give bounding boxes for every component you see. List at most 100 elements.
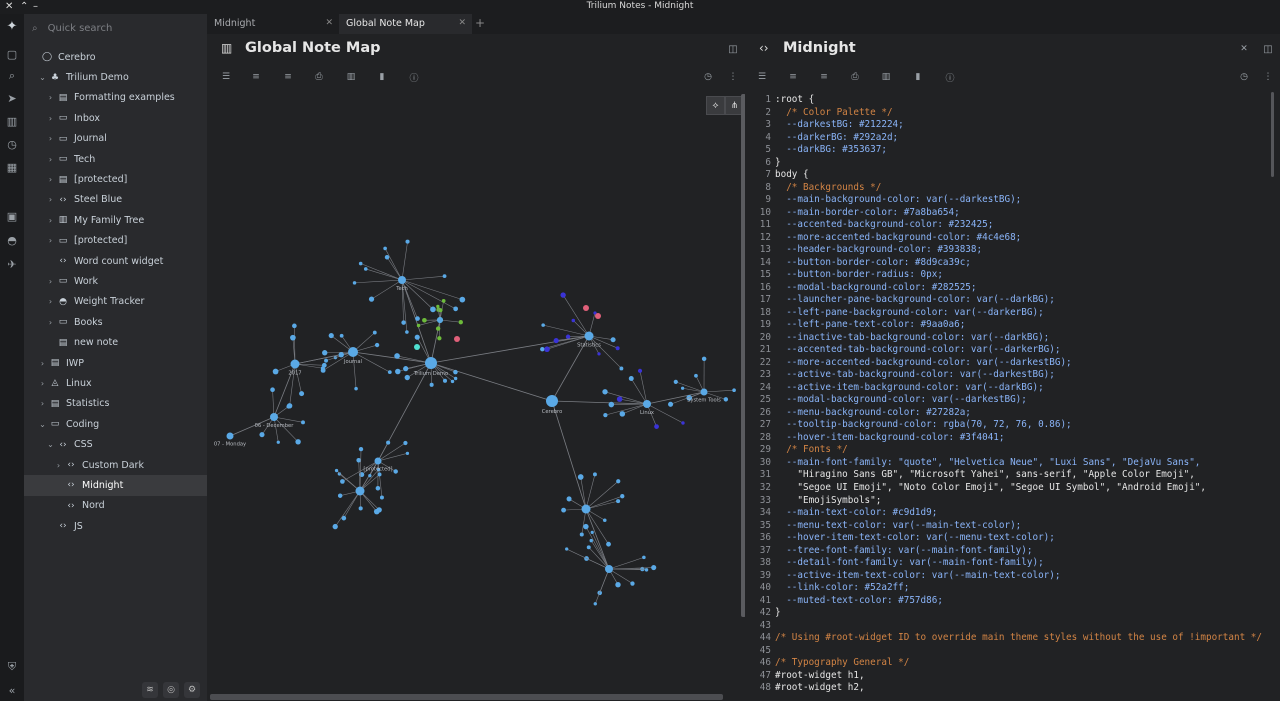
tree-node[interactable]: › ‹› Custom Dark	[24, 455, 207, 475]
tree-node[interactable]: ⌄ ♣ Trilium Demo	[24, 67, 207, 87]
graph-node[interactable]	[450, 379, 455, 384]
graph-node[interactable]	[453, 306, 459, 312]
layers-icon[interactable]: ≋	[142, 682, 158, 698]
graph-node[interactable]	[597, 352, 601, 356]
graph-node[interactable]	[694, 373, 698, 378]
graph-node[interactable]	[602, 518, 607, 523]
graph-node[interactable]	[290, 334, 296, 341]
send-icon[interactable]: ➤	[4, 90, 20, 106]
graph-node[interactable]	[566, 496, 572, 502]
graph-node[interactable]	[301, 420, 305, 425]
horizontal-scrollbar[interactable]	[210, 694, 723, 700]
tree-node[interactable]: ⌄ ▭ Coding	[24, 414, 207, 434]
toggle-sidebar-icon[interactable]: ◫	[1261, 42, 1275, 56]
toc-icon[interactable]: ≡	[249, 70, 263, 84]
graph-node[interactable]	[405, 330, 409, 334]
graph-node[interactable]	[337, 493, 343, 498]
search-icon[interactable]: ⌕	[4, 68, 20, 84]
graph-node[interactable]	[553, 337, 559, 344]
graph-node[interactable]	[654, 424, 659, 429]
graph-node[interactable]	[383, 246, 387, 251]
graph-node[interactable]	[651, 564, 657, 571]
chevron-right-icon[interactable]: ›	[38, 359, 47, 368]
new-note-icon[interactable]: ▢	[4, 46, 20, 62]
graph-node[interactable]	[379, 495, 384, 500]
dashboard-icon[interactable]: ◓	[4, 232, 20, 248]
close-tab-icon[interactable]: ✕	[325, 14, 333, 33]
graph-node[interactable]	[373, 508, 380, 515]
more-icon[interactable]: ⋮	[726, 70, 740, 84]
graph-node[interactable]	[403, 440, 408, 446]
graph-node[interactable]	[414, 344, 420, 350]
add-list-icon[interactable]: ≡	[817, 70, 831, 84]
chevron-right-icon[interactable]: ›	[46, 155, 55, 164]
graph-node[interactable]	[616, 396, 623, 402]
graph-node[interactable]	[436, 304, 440, 309]
graph-canvas[interactable]: Trilium Demo Cerebro Journal 2017 Tech Statis…	[210, 91, 746, 695]
graph-node[interactable]	[405, 451, 410, 455]
add-list-icon[interactable]: ≡	[281, 70, 295, 84]
graph-node[interactable]	[340, 479, 345, 484]
graph-node[interactable]	[579, 532, 584, 537]
graph-node[interactable]	[375, 485, 381, 491]
chevron-right-icon[interactable]: ›	[46, 318, 55, 327]
tree-node[interactable]: › ▭ Inbox	[24, 108, 207, 128]
graph-hub[interactable]	[605, 565, 613, 573]
graph-node[interactable]	[358, 446, 364, 452]
chevron-down-icon[interactable]: ⌄	[38, 73, 47, 82]
graph-node[interactable]	[668, 401, 674, 407]
graph-node[interactable]	[377, 472, 382, 477]
graph-node[interactable]	[458, 320, 463, 325]
trilium-logo-icon[interactable]: ✦	[4, 18, 20, 34]
graph-node[interactable]	[454, 336, 460, 342]
tree-node[interactable]: ⌄ ‹› CSS	[24, 434, 207, 454]
graph-node[interactable]	[415, 316, 420, 321]
graph-hub[interactable]	[700, 388, 708, 396]
graph-node[interactable]	[442, 274, 447, 279]
graph-node[interactable]	[571, 318, 576, 323]
graph-node[interactable]	[394, 353, 400, 359]
graph-node[interactable]	[334, 468, 339, 473]
graph-hub[interactable]	[425, 357, 437, 369]
tree-node[interactable]: › ▭ Tech	[24, 149, 207, 169]
graph-node[interactable]	[286, 404, 291, 409]
new-tab-icon[interactable]: +	[475, 14, 485, 33]
bar-chart-icon[interactable]: ▮	[911, 70, 925, 84]
graph-node[interactable]	[322, 350, 328, 356]
chevron-right-icon[interactable]: ›	[46, 277, 55, 286]
graph-node[interactable]	[619, 366, 624, 371]
graph-node[interactable]	[681, 421, 685, 425]
chevron-right-icon[interactable]: ›	[46, 236, 55, 245]
graph-node[interactable]	[593, 602, 597, 606]
link-map-icon[interactable]: ⟡	[706, 96, 725, 115]
tree-node[interactable]: ‹› Word count widget	[24, 251, 207, 271]
settings-icon[interactable]: ⚙	[184, 682, 200, 698]
graph-node[interactable]	[544, 346, 550, 353]
graph-node[interactable]	[321, 362, 327, 368]
graph-node[interactable]	[592, 472, 597, 477]
graph-node[interactable]	[363, 267, 368, 271]
chevron-down-icon[interactable]: ⌄	[38, 420, 47, 429]
graph-hub[interactable]	[398, 276, 406, 284]
graph-hub[interactable]	[374, 457, 382, 465]
graph-node[interactable]	[405, 239, 410, 244]
graph-node[interactable]	[393, 469, 398, 474]
graph-node[interactable]	[619, 411, 626, 417]
graph-node[interactable]	[339, 333, 344, 338]
chevron-right-icon[interactable]: ›	[38, 379, 47, 388]
search-input[interactable]: Quick search	[48, 23, 113, 34]
tree-node[interactable]: › ▭ [protected]	[24, 231, 207, 251]
tree-node[interactable]: › ▭ Books	[24, 312, 207, 332]
graph-node[interactable]	[583, 305, 589, 311]
graph-node[interactable]	[276, 440, 280, 444]
graph-hub[interactable]	[355, 486, 365, 496]
code-scrollbar[interactable]	[1271, 92, 1274, 177]
tree-node[interactable]: › ◓ Weight Tracker	[24, 292, 207, 312]
graph-node[interactable]	[422, 317, 427, 323]
history-icon[interactable]: ◷	[4, 136, 20, 152]
calendar-icon[interactable]: ▦	[4, 159, 20, 175]
graph-node[interactable]	[386, 440, 391, 445]
graph-node[interactable]	[565, 334, 571, 340]
graph-node[interactable]	[732, 388, 736, 392]
graph-node[interactable]	[328, 332, 334, 339]
